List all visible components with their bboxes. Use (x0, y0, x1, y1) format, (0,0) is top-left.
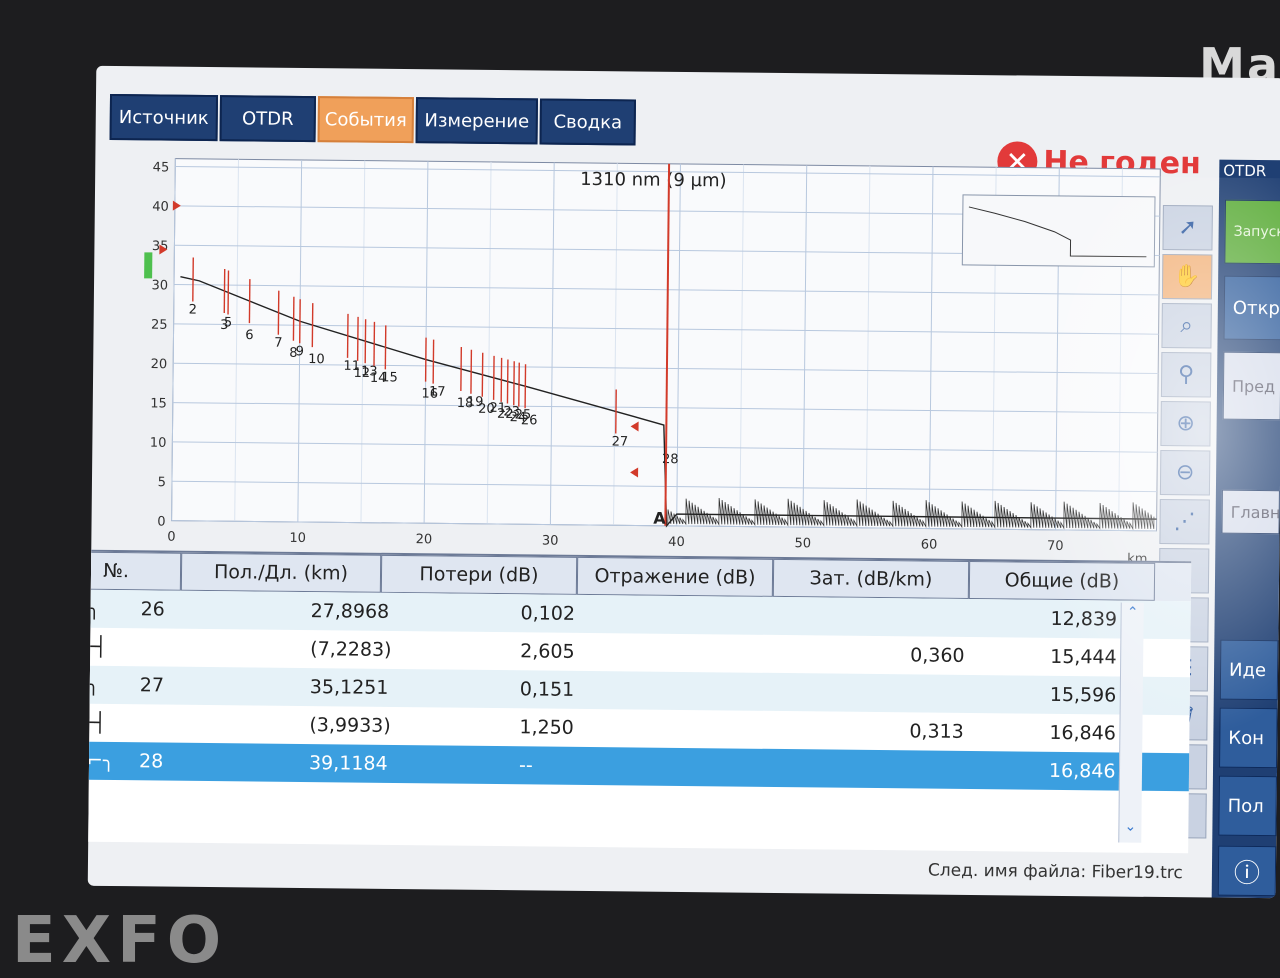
auto-icon[interactable]: ⋰ (1159, 499, 1209, 545)
event-label: 7 (274, 336, 282, 351)
tab-source[interactable]: Источник (110, 94, 218, 141)
event-type-icon: ⌐╮ (88, 674, 100, 696)
tab-otdr[interactable]: OTDR (220, 95, 316, 142)
cursor-a-label: A (653, 509, 666, 528)
cell-position: 39,1184 (309, 752, 388, 775)
cell-number: 28 (139, 750, 163, 772)
cell-number: 26 (141, 598, 165, 620)
x-tick-label: 20 (416, 532, 433, 547)
cell-total: 12,839 (1050, 608, 1117, 631)
identify-button[interactable]: Иде (1220, 640, 1279, 701)
cell-position: (7,2283) (310, 638, 392, 661)
y-tick-label: 10 (150, 436, 167, 451)
device-logo: EXFO (12, 904, 227, 978)
prev-button[interactable]: Пред (1223, 352, 1280, 421)
main-button[interactable]: Главн (1221, 490, 1279, 535)
panel-title: OTDR (1223, 160, 1280, 181)
x-tick-label: 70 (1047, 539, 1064, 554)
y-axis: 051015202530354045 (149, 160, 169, 529)
tab-events[interactable]: События (318, 96, 414, 143)
cell-total: 15,444 (1050, 646, 1117, 669)
open-button[interactable]: Откр (1224, 276, 1280, 341)
cell-loss: 0,102 (521, 602, 576, 625)
x-tick-label: 50 (794, 536, 811, 551)
y-tick-label: 5 (158, 475, 166, 490)
y-tick-label: 20 (151, 357, 168, 372)
cursor-icon[interactable]: ➚ (1162, 205, 1212, 251)
y-tick-label: 45 (153, 160, 170, 175)
y-tick-label: 15 (150, 396, 167, 411)
trace-svg[interactable]: 051015202530354045 010203040506070 km 13… (131, 148, 1165, 569)
cell-position: 35,1251 (310, 676, 389, 699)
x-tick-label: 0 (167, 530, 175, 545)
cell-position: (3,9933) (309, 714, 391, 737)
config-button[interactable]: Кон (1219, 708, 1278, 769)
start-button[interactable]: Запуск с ведущ. (1224, 200, 1280, 265)
hand-icon[interactable]: ✋ (1162, 254, 1212, 300)
event-type-icon: ⌐╮ (88, 598, 100, 620)
y-tick-label: 0 (157, 514, 165, 529)
x-tick-label: 30 (542, 533, 559, 548)
cell-loss: 0,151 (520, 678, 575, 701)
x-tick-label: 60 (921, 537, 938, 552)
pol-button[interactable]: Пол (1218, 776, 1277, 837)
scroll-down-icon[interactable]: ⌄ (1121, 819, 1139, 841)
x-tick-label: 40 (668, 535, 685, 550)
col-loss[interactable]: Потери (dB) (381, 555, 577, 595)
overview-inset[interactable] (962, 195, 1155, 267)
zoom-in-icon[interactable]: ⊕ (1160, 401, 1210, 447)
col-reflectance[interactable]: Отражение (dB) (577, 557, 773, 597)
zoom-fit-icon[interactable]: ⌕ (1161, 303, 1211, 349)
y-tick-label: 40 (152, 200, 169, 215)
x-tick-label: 10 (289, 531, 306, 546)
next-filename: След. имя файла: Fiber19.trc (928, 861, 1183, 884)
y-tick-label: 25 (151, 318, 168, 333)
event-label: 17 (429, 385, 446, 400)
col-position[interactable]: Пол./Дл. (km) (181, 553, 381, 593)
event-label: 2 (189, 302, 197, 317)
event-label: 27 (612, 434, 629, 449)
scroll-up-icon[interactable]: ⌃ (1124, 605, 1142, 627)
event-type-icon: ├─┤ (88, 712, 106, 734)
event-label: 15 (381, 370, 398, 385)
event-label: 10 (308, 352, 325, 367)
cell-loss: 2,605 (520, 640, 575, 663)
col-attenuation[interactable]: Зат. (dB/km) (773, 559, 969, 599)
zoom-out-icon[interactable]: ⊖ (1160, 450, 1210, 496)
x-axis: 0 10 20 30 40 50 60 70 (167, 530, 1063, 554)
events-table: №. Пол./Дл. (km) Потери (dB) Отражение (… (88, 549, 1191, 853)
event-label: 9 (296, 344, 304, 359)
event-type-icon: ↕⌐╮ (88, 750, 115, 772)
info-icon[interactable]: ⓘ (1218, 846, 1277, 897)
event-label: 6 (245, 328, 253, 343)
cell-loss: 1,250 (519, 716, 574, 739)
table-body: ⌐╮ 26 27,8968 0,102 12,839 ├─┤ (7,2283) 2,605 0,… (88, 589, 1191, 791)
tab-bar: Источник OTDR События Измерение Сводка (110, 94, 636, 146)
wavelength-label: 1310 nm (9 µm) (580, 169, 727, 192)
event-label: 28 (662, 452, 679, 467)
tab-measurement[interactable]: Измерение (416, 97, 538, 144)
cell-total: 16,846 (1049, 760, 1116, 783)
event-label: 26 (521, 413, 538, 428)
cell-attenuation: 0,313 (909, 720, 964, 743)
cell-number: 27 (140, 674, 164, 696)
level-marker[interactable] (144, 252, 152, 278)
otdr-screen: Источник OTDR События Измерение Сводка ✕… (88, 66, 1280, 898)
table-scrollbar[interactable]: ⌃ ⌄ (1118, 603, 1144, 843)
zoom-icon[interactable]: ⚲ (1161, 352, 1211, 398)
event-label: 5 (224, 315, 232, 330)
cell-position: 27,8968 (311, 600, 390, 623)
cell-attenuation: 0,360 (910, 644, 965, 667)
col-number[interactable]: №. (88, 551, 181, 590)
col-total[interactable]: Общие (dB) (969, 561, 1155, 601)
cell-total: 15,596 (1050, 684, 1117, 707)
otdr-trace-plot[interactable]: 051015202530354045 010203040506070 km 13… (131, 148, 1165, 569)
tab-summary[interactable]: Сводка (540, 98, 636, 145)
event-type-icon: ├─┤ (88, 636, 107, 658)
y-tick-label: 30 (151, 278, 168, 293)
cell-loss: -- (519, 754, 533, 776)
cell-total: 16,846 (1049, 722, 1116, 745)
right-panel: OTDR Запуск с ведущ. Откр Пред Главн Иде… (1212, 160, 1280, 899)
